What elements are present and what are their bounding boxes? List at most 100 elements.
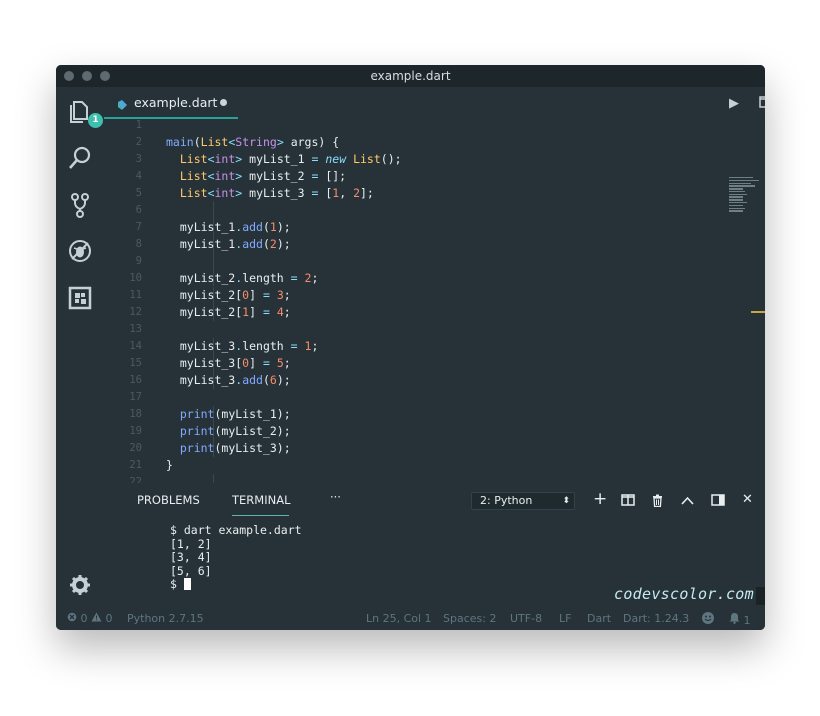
feedback-smiley-icon[interactable]: [701, 611, 715, 628]
code-line[interactable]: 18 print(myList_1);: [104, 406, 704, 423]
code-text: myList_2.length = 2;: [166, 271, 319, 285]
code-line[interactable]: 14 myList_3.length = 1;: [104, 338, 704, 355]
editor-tab-bar: example.dart ▶ ···: [104, 87, 765, 119]
code-line[interactable]: 11 myList_2[0] = 3;: [104, 287, 704, 304]
notifications[interactable]: 1: [729, 612, 751, 627]
add-terminal-icon[interactable]: +: [593, 489, 607, 509]
panel-more-icon[interactable]: ···: [330, 490, 341, 504]
code-text: myList_3.length = 1;: [166, 339, 319, 353]
line-number: 10: [129, 272, 142, 284]
line-number: 9: [135, 255, 142, 267]
extensions-icon[interactable]: [66, 284, 94, 312]
line-number: 13: [129, 323, 142, 335]
code-editor[interactable]: 1 2 main(List<String> args) {3 List<int> m…: [104, 119, 765, 483]
line-number: 11: [129, 289, 142, 301]
line-number: 12: [129, 306, 142, 318]
terminal-cursor: [183, 578, 191, 590]
terminal-prompt[interactable]: $: [170, 577, 191, 592]
code-line[interactable]: 7 myList_1.add(1);: [104, 219, 704, 236]
source-control-icon[interactable]: [66, 191, 94, 219]
code-text: }: [166, 458, 173, 472]
terminal-line: [1, 2]: [170, 536, 212, 551]
code-line[interactable]: 1: [104, 119, 704, 134]
language-mode[interactable]: Dart: [587, 612, 611, 625]
code-line[interactable]: 13: [104, 321, 704, 338]
code-line[interactable]: 19 print(myList_2);: [104, 423, 704, 440]
terminal-line: [5, 6]: [170, 563, 212, 578]
line-number: 14: [129, 340, 142, 352]
terminal-line: [3, 4]: [170, 550, 212, 564]
scrollbar-marker: [751, 311, 765, 313]
line-number: 8: [135, 238, 142, 250]
line-number: 1: [135, 119, 142, 131]
code-text: print(myList_2);: [179, 424, 291, 438]
bell-icon: [729, 613, 740, 624]
explorer-icon[interactable]: 1: [66, 97, 103, 128]
code-line[interactable]: 17: [104, 389, 704, 406]
toggle-panel-layout-icon[interactable]: [711, 494, 725, 510]
activity-bar: 1: [56, 87, 104, 608]
debug-icon[interactable]: [66, 237, 94, 265]
code-line[interactable]: 4 List<int> myList_2 = [];: [104, 168, 704, 185]
line-number: 22: [129, 476, 142, 483]
search-icon[interactable]: [66, 144, 94, 172]
code-line[interactable]: 6: [104, 202, 704, 219]
close-panel-icon[interactable]: ✕: [742, 492, 753, 507]
window-title: example.dart: [370, 69, 451, 83]
code-line[interactable]: 8 myList_1.add(2);: [104, 236, 704, 253]
code-line[interactable]: 12 myList_2[1] = 4;: [104, 304, 704, 321]
terminal-select-value: 2: Python: [480, 494, 533, 507]
trash-icon[interactable]: [652, 494, 663, 511]
code-line[interactable]: 16 myList_3.add(6);: [104, 372, 704, 389]
minimap[interactable]: [729, 177, 761, 213]
watermark: codevscolor.com: [614, 585, 754, 603]
line-number: 15: [129, 357, 142, 369]
line-number: 7: [135, 221, 142, 233]
error-icon: [67, 612, 77, 622]
code-text: myList_2[0] = 3;: [166, 288, 291, 302]
code-line[interactable]: 2 main(List<String> args) {: [104, 134, 704, 151]
error-count: 0: [80, 612, 88, 625]
problems-status[interactable]: 0 0: [67, 612, 113, 625]
code-line[interactable]: 20 print(myList_3);: [104, 440, 704, 457]
maximize-panel-icon[interactable]: [681, 494, 694, 509]
indentation[interactable]: Spaces: 2: [443, 612, 496, 625]
split-terminal-icon[interactable]: [621, 494, 635, 510]
dart-version[interactable]: Dart: 1.24.3: [623, 612, 689, 625]
code-line[interactable]: 22: [104, 474, 704, 483]
line-ending[interactable]: LF: [559, 612, 571, 625]
tab-example-dart[interactable]: example.dart: [104, 87, 238, 119]
gear-icon[interactable]: [66, 571, 94, 599]
code-line[interactable]: 15 myList_3[0] = 5;: [104, 355, 704, 372]
code-text: List<int> myList_2 = [];: [179, 169, 347, 183]
code-text: myList_1.add(2);: [166, 237, 291, 251]
code-text: main(List<String> args) {: [166, 135, 340, 149]
tab-problems[interactable]: PROBLEMS: [137, 493, 200, 507]
cursor-position[interactable]: Ln 25, Col 1: [366, 612, 432, 625]
code-line[interactable]: 9: [104, 253, 704, 270]
code-line[interactable]: 3 List<int> myList_1 = new List();: [104, 151, 704, 168]
code-line[interactable]: 5 List<int> myList_3 = [1, 2];: [104, 185, 704, 202]
code-line[interactable]: 21}: [104, 457, 704, 474]
python-interpreter[interactable]: Python 2.7.15: [127, 612, 204, 625]
code-text: myList_3[0] = 5;: [166, 356, 291, 370]
code-line[interactable]: 10 myList_2.length = 2;: [104, 270, 704, 287]
terminal-scrollbar[interactable]: [756, 587, 765, 605]
code-text: myList_1.add(1);: [166, 220, 291, 234]
tab-label: example.dart: [134, 95, 218, 110]
vscode-window: example.dart 1 example.dart ▶ 1 2 main(L…: [56, 65, 765, 630]
split-editor-icon[interactable]: [759, 96, 765, 112]
encoding[interactable]: UTF-8: [510, 612, 542, 625]
warning-icon: [91, 612, 102, 622]
explorer-badge: 1: [88, 113, 103, 128]
unsaved-dot-icon[interactable]: [220, 99, 227, 106]
run-icon[interactable]: ▶: [729, 96, 739, 111]
code-text: myList_3.add(6);: [166, 373, 291, 387]
terminal-select[interactable]: 2: Python ⬍: [471, 492, 575, 510]
code-text: myList_2[1] = 4;: [166, 305, 291, 319]
line-number: 3: [135, 153, 142, 165]
tab-terminal[interactable]: TERMINAL: [232, 493, 290, 507]
code-text: List<int> myList_3 = [1, 2];: [179, 186, 374, 200]
line-number: 16: [129, 374, 142, 386]
status-bar: 0 0 Python 2.7.15 Ln 25, Col 1 Spaces: 2…: [56, 608, 765, 630]
